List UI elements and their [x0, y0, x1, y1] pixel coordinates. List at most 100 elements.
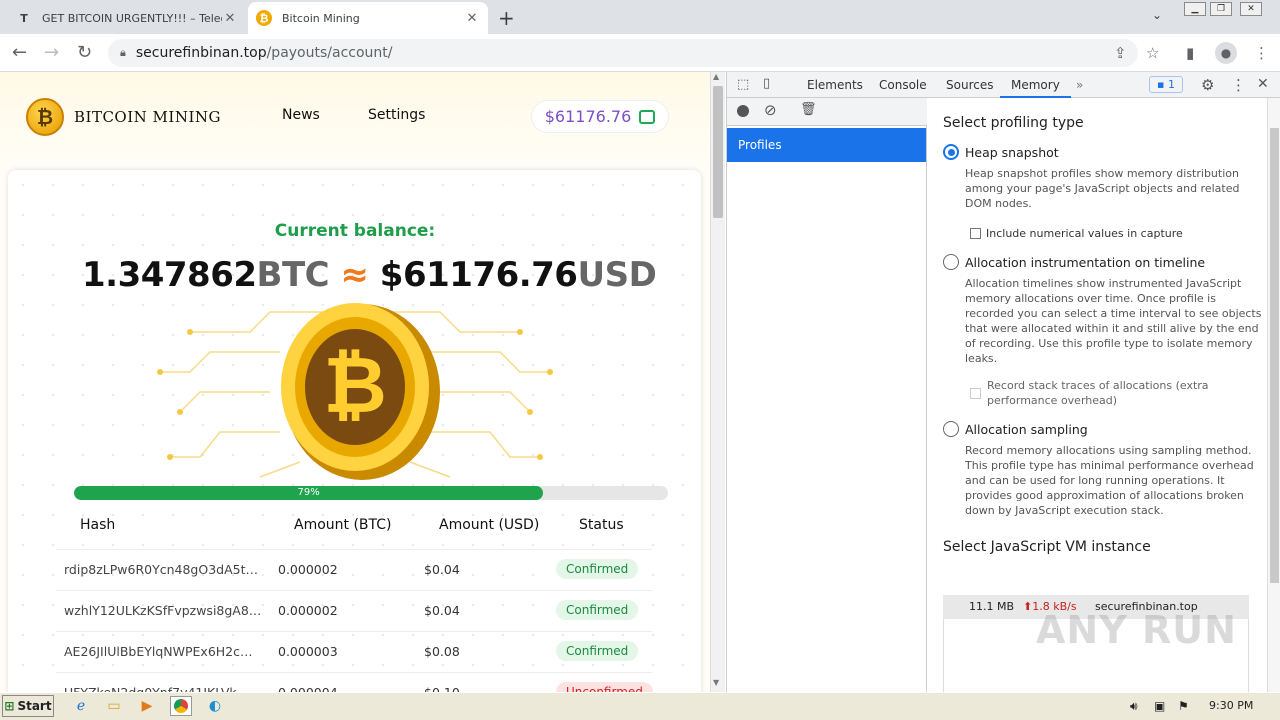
issues-icon: ▪ — [1157, 78, 1165, 91]
back-arrow-icon[interactable]: ← — [12, 42, 27, 63]
tx-amount-usd: $0.08 — [424, 644, 460, 659]
profiles-item[interactable]: Profiles — [727, 128, 926, 162]
side-panel-icon[interactable]: ▮ — [1186, 44, 1194, 62]
scroll-down-icon[interactable]: ▼ — [713, 678, 719, 687]
allocation-sampling-label[interactable]: Allocation sampling — [965, 422, 1088, 437]
close-tab-icon[interactable]: ✕ — [464, 11, 480, 26]
close-window-icon[interactable]: ✕ — [1240, 2, 1262, 16]
desc-line: Allocation timelines show instrumented J… — [965, 277, 1242, 290]
browser-tab-telegra[interactable]: T GET BITCOIN URGENTLY!!! – Telegra ✕ — [8, 2, 246, 34]
approx-sign: ≈ — [340, 255, 369, 295]
devtools-menu-icon[interactable]: ⋮ — [1231, 76, 1246, 94]
tx-amount-btc: 0.000002 — [278, 562, 338, 577]
tab-console[interactable]: Console — [879, 72, 927, 98]
status-badge: Confirmed — [556, 641, 639, 661]
desc-line: recorded you can select a time interval … — [965, 307, 1262, 320]
tab-sources[interactable]: Sources — [946, 72, 993, 98]
select-profiling-title: Select profiling type — [943, 115, 1084, 131]
profiles-sidebar: Profiles — [727, 126, 927, 692]
clear-all-icon[interactable]: ⊘ — [764, 101, 777, 119]
nav-news-link[interactable]: News — [282, 107, 320, 123]
media-player-icon[interactable]: ▶ — [136, 696, 158, 716]
bookmark-star-icon[interactable]: ☆ — [1146, 44, 1159, 62]
forward-arrow-icon[interactable]: → — [44, 42, 59, 63]
nav-settings-link[interactable]: Settings — [368, 107, 425, 123]
close-tab-icon[interactable]: ✕ — [222, 11, 238, 26]
scrollbar-thumb[interactable] — [713, 86, 723, 218]
stack-traces-label[interactable]: Record stack traces of allocations (extr… — [987, 378, 1209, 408]
heap-snapshot-label[interactable]: Heap snapshot — [965, 145, 1059, 160]
radio-heap-snapshot[interactable] — [943, 144, 959, 160]
scroll-up-icon[interactable]: ▲ — [713, 72, 719, 81]
chrome-logo — [174, 699, 188, 713]
restore-window-icon[interactable]: ❐ — [1210, 2, 1232, 16]
numerical-values-checkbox[interactable] — [970, 228, 981, 239]
lock-icon: 🔒︎ — [120, 46, 126, 59]
address-bar[interactable]: 🔒︎ securefinbinan.top/payouts/account/ — [108, 39, 1138, 67]
btc-amount: 1.347862 — [82, 255, 257, 295]
tab-search-chevron-icon[interactable]: ⌄ — [1152, 8, 1162, 22]
numerical-values-label[interactable]: Include numerical values in capture — [986, 226, 1183, 241]
reload-icon[interactable]: ↻ — [77, 42, 92, 63]
desc-line: of recording. Use this profile type to i… — [965, 337, 1253, 350]
table-row: wzhlY12ULKzKSfFvpzwsi8gA8… 0.000002 $0.04 C… — [56, 590, 652, 631]
devtools-tabbar: ⬚ ▯ Elements Console Sources Memory » ▪ … — [727, 72, 1280, 98]
desc-line: leaks. — [965, 352, 998, 365]
volume-icon[interactable]: 🔊︎ — [1130, 699, 1138, 714]
settings-gear-icon[interactable]: ⚙ — [1201, 76, 1214, 94]
allocation-timeline-label[interactable]: Allocation instrumentation on timeline — [965, 255, 1205, 270]
edge-icon[interactable]: ◐ — [204, 696, 226, 716]
tx-hash: UFYZkeN2dg0Ypf7y41JKLVk — [64, 685, 264, 692]
more-tabs-icon[interactable]: » — [1076, 72, 1083, 98]
tab-strip: T GET BITCOIN URGENTLY!!! – Telegra ✕ ₿ … — [0, 0, 1280, 34]
share-icon[interactable]: ⇪ — [1114, 44, 1127, 62]
devtools-panel: ⬚ ▯ Elements Console Sources Memory » ▪ … — [726, 72, 1280, 695]
windows-taskbar — [0, 692, 1280, 720]
tab-title: Bitcoin Mining — [282, 11, 360, 25]
device-toolbar-icon[interactable]: ▯ — [763, 76, 770, 91]
record-icon[interactable] — [737, 105, 749, 117]
url-path: /payouts/account/ — [266, 45, 393, 61]
devtools-scroll-thumb[interactable] — [1270, 128, 1279, 583]
col-amount-usd: Amount (USD) — [439, 517, 540, 533]
table-row: UFYZkeN2dg0Ypf7y41JKLVk 0.000004 $0.10 Unco… — [56, 672, 653, 692]
start-button[interactable]: ⊞ Start — [2, 695, 54, 717]
mining-progress-bar: 79% — [74, 486, 668, 500]
devtools-scrollbar[interactable] — [1267, 98, 1280, 692]
wallet-balance-value: $61176.76 — [544, 107, 632, 126]
minimize-window-icon[interactable]: ▁ — [1184, 2, 1206, 16]
garbage-collect-icon[interactable]: 🗑︎ — [800, 102, 817, 117]
bitcoin-logo-icon[interactable]: ₿ — [26, 98, 64, 136]
svg-text:₿: ₿ — [323, 341, 387, 431]
network-icon[interactable]: ▣ — [1154, 699, 1165, 713]
chrome-icon[interactable] — [170, 696, 192, 716]
issues-badge[interactable]: ▪ 1 — [1149, 76, 1183, 93]
page-scrollbar[interactable]: ▲ ▼ — [710, 72, 725, 692]
status-badge: Confirmed — [556, 600, 639, 620]
folder-icon[interactable]: ▭ — [103, 696, 125, 716]
desc-line: Heap snapshot profiles show memory distr… — [965, 167, 1239, 180]
radio-allocation-timeline[interactable] — [943, 254, 959, 270]
flag-icon[interactable]: ⚑ — [1178, 699, 1189, 713]
tab-elements[interactable]: Elements — [807, 72, 863, 98]
browser-tab-bitcoin-mining[interactable]: ₿ Bitcoin Mining ✕ — [248, 2, 488, 34]
telegraph-favicon-icon: T — [20, 11, 28, 25]
profile-avatar-icon[interactable]: ● — [1215, 42, 1237, 64]
radio-allocation-sampling[interactable] — [943, 421, 959, 437]
inspect-element-icon[interactable]: ⬚ — [737, 77, 749, 92]
stack-traces-checkbox[interactable] — [970, 388, 981, 399]
wallet-balance-button[interactable]: $61176.76 — [531, 100, 669, 133]
tab-memory[interactable]: Memory — [1000, 72, 1071, 98]
status-badge: Unconfirmed — [556, 682, 653, 692]
bitcoin-favicon-icon: ₿ — [256, 10, 272, 26]
ie-icon[interactable]: ℯ — [70, 696, 92, 716]
tx-amount-usd: $0.10 — [424, 685, 460, 692]
table-row: AE26JIlUlBbEYlqNWPEx6H2c… 0.000003 $0.08 Co… — [56, 631, 652, 672]
tx-hash: rdip8zLPw6R0Ycn48gO3dA5t… — [64, 562, 258, 577]
close-devtools-icon[interactable]: ✕ — [1257, 76, 1269, 92]
new-tab-plus-icon[interactable]: + — [498, 6, 515, 30]
browser-menu-icon[interactable]: ⋮ — [1254, 44, 1269, 62]
desc-line: This profile type has minimal performanc… — [965, 459, 1254, 472]
site-brand[interactable]: BITCOIN MINING — [74, 108, 221, 126]
btc-unit: BTC — [256, 255, 330, 295]
